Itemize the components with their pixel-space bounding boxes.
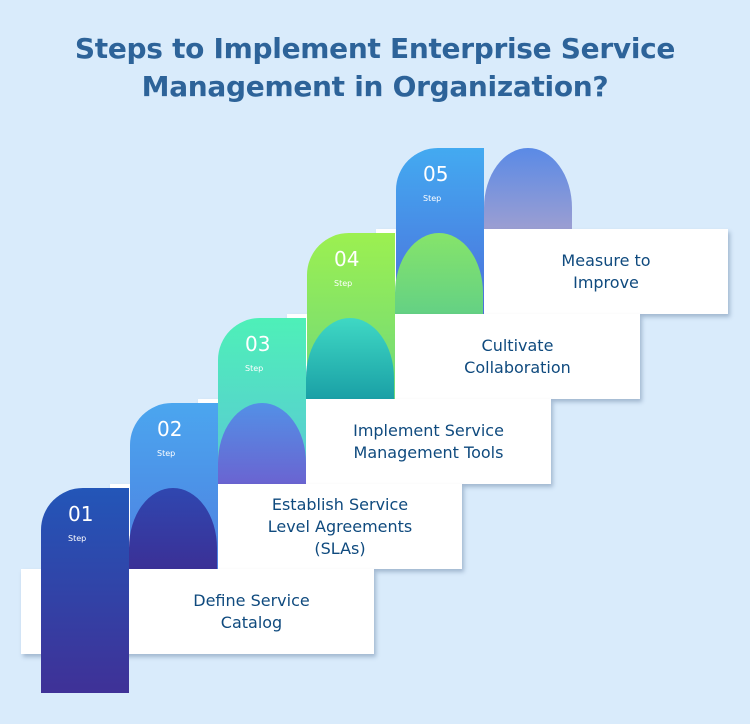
- step-label: Step: [334, 279, 353, 288]
- step-label: Step: [245, 364, 264, 373]
- page-title: Steps to Implement Enterprise Service Ma…: [0, 30, 750, 106]
- step-description-line: (SLAs): [314, 538, 366, 558]
- step-number: 01: [68, 502, 94, 526]
- step-number: 05: [423, 162, 449, 186]
- step-description-line: Implement Service: [353, 420, 504, 440]
- step-05-description: Measure to Improve: [484, 229, 728, 314]
- step-04-description: Cultivate Collaboration: [395, 314, 640, 399]
- step-description-line: Collaboration: [464, 357, 571, 377]
- step-label: Step: [157, 449, 176, 458]
- step-description-line: Catalog: [220, 612, 283, 632]
- step-01-description: Define Service Catalog: [129, 569, 374, 654]
- step-description-line: Define Service: [193, 590, 310, 610]
- step-number: 04: [334, 247, 360, 271]
- step-description-line: Improve: [573, 272, 639, 292]
- step-description-line: Management Tools: [353, 442, 504, 462]
- step-description-line: Cultivate: [481, 335, 554, 355]
- title-line-1: Steps to Implement Enterprise Service: [74, 32, 676, 65]
- step-label: Step: [423, 194, 442, 203]
- title-line-2: Management in Organization?: [141, 70, 609, 103]
- step-03-description: Implement Service Management Tools: [306, 399, 551, 484]
- step-01-badge: 01 Step: [41, 488, 129, 693]
- step-02-description: Establish Service Level Agreements (SLAs): [218, 484, 462, 569]
- step-05-arch: [484, 148, 572, 229]
- step-description-line: Measure to: [561, 250, 651, 270]
- step-number: 03: [245, 332, 271, 356]
- step-description-line: Level Agreements: [267, 516, 413, 536]
- step-description-line: Establish Service: [271, 494, 409, 514]
- step-number: 02: [157, 417, 183, 441]
- step-label: Step: [68, 534, 87, 543]
